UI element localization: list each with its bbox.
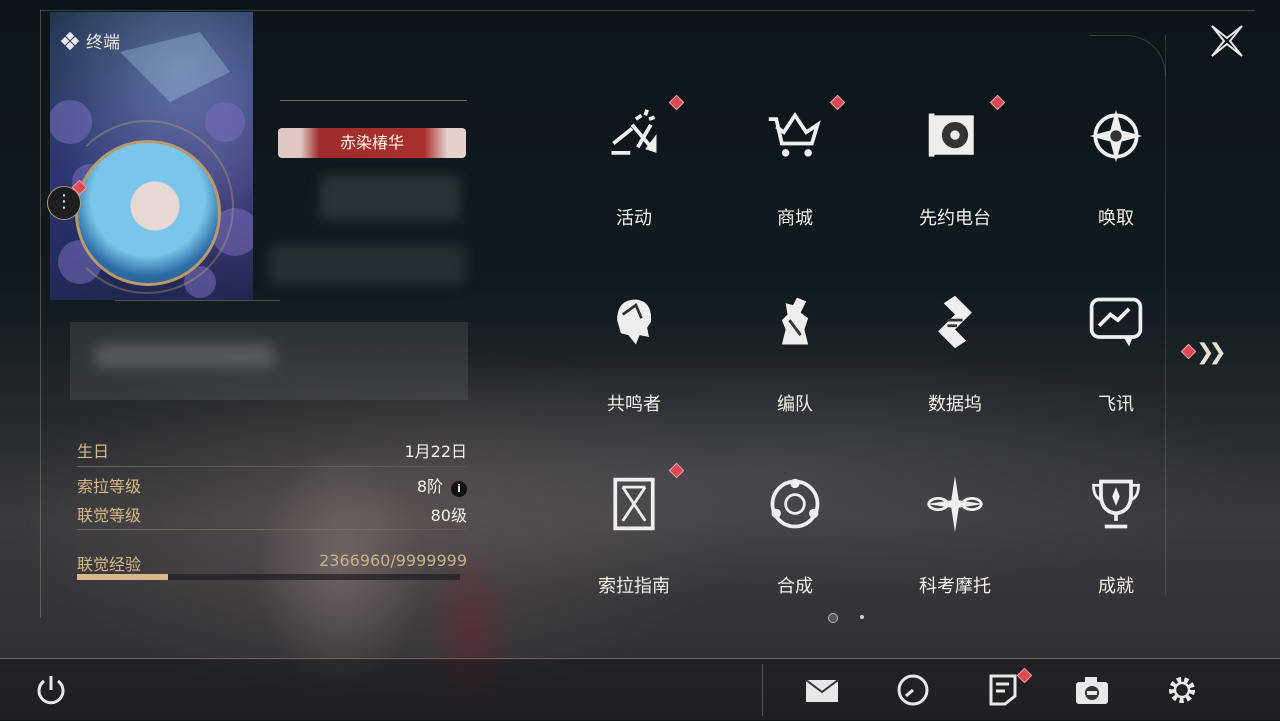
toolbar-divider <box>762 664 763 716</box>
mail-icon[interactable] <box>804 672 840 708</box>
menu-item-label: 活动 <box>616 208 652 229</box>
stat-value: 8阶 <box>416 477 443 496</box>
close-icon[interactable] <box>1208 22 1246 60</box>
clock-icon[interactable] <box>895 672 931 708</box>
terminal-diamond-icon <box>60 31 80 50</box>
menu-item[interactable]: 飞讯 <box>1051 292 1181 442</box>
stat-union-level: 联觉等级 80级 <box>77 502 467 526</box>
exp-progress-fill <box>77 574 168 580</box>
player-title-tag[interactable]: 赤染椿华 <box>278 128 466 158</box>
menu-item-label: 先约电台 <box>919 208 991 229</box>
terminal-title: 终端 <box>86 33 120 53</box>
menu-item[interactable]: 共鸣者 <box>569 292 699 442</box>
profile-separator <box>115 300 280 301</box>
radio-icon <box>928 113 974 157</box>
menu-item-label: 数据坞 <box>928 394 982 415</box>
synthesis-icon <box>770 478 820 529</box>
menu-item-label: 商城 <box>777 208 813 229</box>
stat-divider <box>77 466 467 467</box>
info-icon[interactable]: i <box>451 481 467 497</box>
menu-item-label: 唤取 <box>1098 208 1134 229</box>
resonator-head-icon <box>617 299 652 345</box>
menu-item[interactable]: 唤取 <box>1051 106 1181 256</box>
stat-label: 索拉等级 <box>77 477 142 496</box>
stat-sol-level: 索拉等级 8阶 i <box>77 473 467 497</box>
notice-icon[interactable] <box>985 672 1021 708</box>
menu-item-label: 索拉指南 <box>598 576 670 597</box>
page-dot[interactable] <box>860 615 864 619</box>
activity-icon <box>611 109 657 155</box>
message-chat-icon <box>1089 297 1143 347</box>
camera-icon[interactable] <box>1074 672 1110 708</box>
stat-divider <box>77 529 467 530</box>
stat-value: 2366960/9999999 <box>319 551 467 570</box>
stat-label: 生日 <box>77 442 110 461</box>
panel-frame-left-line <box>40 10 41 618</box>
signature-redacted <box>70 322 468 400</box>
power-icon[interactable] <box>33 672 69 708</box>
page-dot-active[interactable] <box>828 613 838 623</box>
menu-item[interactable]: 先约电台 <box>890 106 1020 256</box>
chess-team-icon <box>781 297 809 345</box>
menu-item[interactable]: 合成 <box>730 474 860 624</box>
player-id-redacted <box>270 245 465 285</box>
menu-item[interactable]: 活动 <box>569 106 699 256</box>
player-name-redacted <box>320 175 460 220</box>
next-page-arrow-icon[interactable]: ❯❯ <box>1196 340 1227 365</box>
trophy-icon <box>1092 479 1140 529</box>
stat-value: 80级 <box>430 506 467 525</box>
stat-union-exp: 联觉经验 2366960/9999999 <box>77 551 467 575</box>
settings-gear-icon[interactable] <box>1164 672 1200 708</box>
menu-item[interactable]: 科考摩托 <box>890 474 1020 624</box>
shop-crown-cart-icon <box>768 111 821 157</box>
menu-item[interactable]: 成就 <box>1051 474 1181 624</box>
menu-item-label: 共鸣者 <box>607 394 661 415</box>
menu-item[interactable]: 商城 <box>730 106 860 256</box>
data-bank-icon <box>938 295 972 349</box>
menu-item-label: 合成 <box>777 576 813 597</box>
stat-label: 联觉等级 <box>77 506 142 525</box>
stat-value: 1月22日 <box>404 442 467 461</box>
menu-item[interactable]: 数据坞 <box>890 292 1020 442</box>
avatar[interactable] <box>75 140 221 286</box>
menu-item-label: 编队 <box>777 394 813 415</box>
menu-item-label: 科考摩托 <box>919 576 991 597</box>
menu-item-label: 飞讯 <box>1098 394 1134 415</box>
title-divider <box>280 100 467 101</box>
convene-compass-icon <box>1089 109 1143 163</box>
stat-label: 联觉经验 <box>77 555 142 574</box>
menu-item[interactable]: 编队 <box>730 292 860 442</box>
stat-birthday: 生日 1月22日 <box>77 438 467 462</box>
motorcycle-icon <box>926 475 984 533</box>
exp-progress-bar <box>77 574 460 580</box>
guide-book-icon <box>613 477 655 531</box>
menu-item-label: 成就 <box>1098 576 1134 597</box>
menu-item[interactable]: 索拉指南 <box>569 474 699 624</box>
